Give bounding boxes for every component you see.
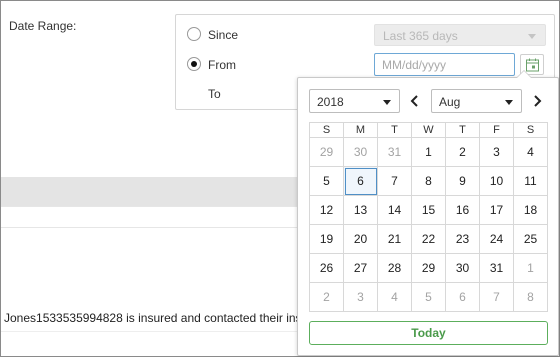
calendar-day[interactable]: 24 xyxy=(479,224,514,254)
calendar-day[interactable]: 19 xyxy=(309,224,344,254)
calendar-day[interactable]: 6 xyxy=(343,166,378,196)
chevron-right-icon xyxy=(534,95,542,107)
calendar-day[interactable]: 7 xyxy=(377,166,412,196)
activity-message: Jones1533535994828 is insured and contac… xyxy=(4,311,297,325)
calendar-day[interactable]: 16 xyxy=(445,195,480,225)
year-value: 2018 xyxy=(317,95,344,109)
calendar-day[interactable]: 20 xyxy=(343,224,378,254)
calendar-day[interactable]: 31 xyxy=(479,253,514,283)
calendar-day[interactable]: 3 xyxy=(479,137,514,167)
calendar-week-row: 29 30 31 1 2 3 4 xyxy=(309,137,548,167)
since-radio[interactable] xyxy=(187,27,201,41)
calendar-grid: SMTWTFS 29 30 31 1 2 3 4 5 6 7 8 9 10 11 12 13 14 15 16 17 1… xyxy=(309,122,548,312)
calendar-day[interactable]: 21 xyxy=(377,224,412,254)
year-select[interactable]: 2018 xyxy=(309,89,400,113)
month-value: Aug xyxy=(439,95,461,109)
calendar-day[interactable]: 2 xyxy=(445,137,480,167)
calendar-day[interactable]: 27 xyxy=(343,253,378,283)
weekday-header: T xyxy=(445,122,480,138)
calendar-day[interactable]: 4 xyxy=(513,137,548,167)
calendar-week-row: 19 20 21 22 23 24 25 xyxy=(309,224,548,254)
prev-month-button[interactable] xyxy=(408,91,424,111)
calendar-day[interactable]: 23 xyxy=(445,224,480,254)
divider xyxy=(1,331,297,332)
chevron-down-icon xyxy=(528,34,536,39)
calendar-day[interactable]: 4 xyxy=(377,282,412,312)
calendar-day[interactable]: 29 xyxy=(411,253,446,283)
today-button[interactable]: Today xyxy=(309,321,548,345)
date-range-label: Date Range: xyxy=(9,19,77,33)
chevron-left-icon xyxy=(410,95,418,107)
calendar-day[interactable]: 7 xyxy=(479,282,514,312)
calendar-day[interactable]: 8 xyxy=(411,166,446,196)
calendar-day[interactable]: 9 xyxy=(445,166,480,196)
since-period-value: Last 365 days xyxy=(383,29,458,43)
calendar-day[interactable]: 10 xyxy=(479,166,514,196)
chevron-down-icon xyxy=(383,100,391,105)
table-header-band xyxy=(1,177,297,206)
divider xyxy=(1,206,297,207)
since-period-select[interactable]: Last 365 days xyxy=(374,24,546,46)
weekday-header: F xyxy=(479,122,514,138)
calendar-day[interactable]: 12 xyxy=(309,195,344,225)
from-label: From xyxy=(208,58,236,72)
month-select[interactable]: Aug xyxy=(431,89,522,113)
weekday-header: W xyxy=(411,122,446,138)
calendar-day[interactable]: 28 xyxy=(377,253,412,283)
datepicker-popup: 2018 Aug SMTWTFS 29 30 31 1 2 3 4 5 6 7 8 9 10 11 12 13… xyxy=(297,70,559,356)
calendar-day[interactable]: 3 xyxy=(343,282,378,312)
calendar-day[interactable]: 8 xyxy=(513,282,548,312)
since-label: Since xyxy=(208,28,239,42)
calendar-day[interactable]: 25 xyxy=(513,224,548,254)
from-radio[interactable] xyxy=(187,57,201,71)
calendar-day[interactable]: 1 xyxy=(513,253,548,283)
calendar-day[interactable]: 5 xyxy=(411,282,446,312)
calendar-week-row: 26 27 28 29 30 31 1 xyxy=(309,253,548,283)
calendar-day[interactable]: 5 xyxy=(309,166,344,196)
calendar-week-row: 5 6 7 8 9 10 11 xyxy=(309,166,548,196)
chevron-down-icon xyxy=(505,100,513,105)
next-month-button[interactable] xyxy=(530,91,546,111)
calendar-day[interactable]: 15 xyxy=(411,195,446,225)
calendar-day[interactable]: 22 xyxy=(411,224,446,254)
weekday-header: S xyxy=(309,122,344,138)
divider xyxy=(1,227,297,228)
calendar-day[interactable]: 2 xyxy=(309,282,344,312)
calendar-day[interactable]: 13 xyxy=(343,195,378,225)
weekday-header: S xyxy=(513,122,548,138)
weekday-header: M xyxy=(343,122,378,138)
calendar-day[interactable]: 29 xyxy=(309,137,344,167)
calendar-day[interactable]: 26 xyxy=(309,253,344,283)
calendar-week-row: 12 13 14 15 16 17 18 xyxy=(309,195,548,225)
from-date-input[interactable] xyxy=(374,53,515,76)
calendar-day[interactable]: 31 xyxy=(377,137,412,167)
weekday-header: T xyxy=(377,122,412,138)
to-label: To xyxy=(208,87,221,101)
calendar-day[interactable]: 17 xyxy=(479,195,514,225)
calendar-day[interactable]: 14 xyxy=(377,195,412,225)
calendar-week-row: 2345678 xyxy=(309,282,548,312)
calendar-day[interactable]: 1 xyxy=(411,137,446,167)
calendar-day[interactable]: 30 xyxy=(445,253,480,283)
calendar-day[interactable]: 6 xyxy=(445,282,480,312)
calendar-day[interactable]: 11 xyxy=(513,166,548,196)
calendar-day[interactable]: 18 xyxy=(513,195,548,225)
calendar-day[interactable]: 30 xyxy=(343,137,378,167)
